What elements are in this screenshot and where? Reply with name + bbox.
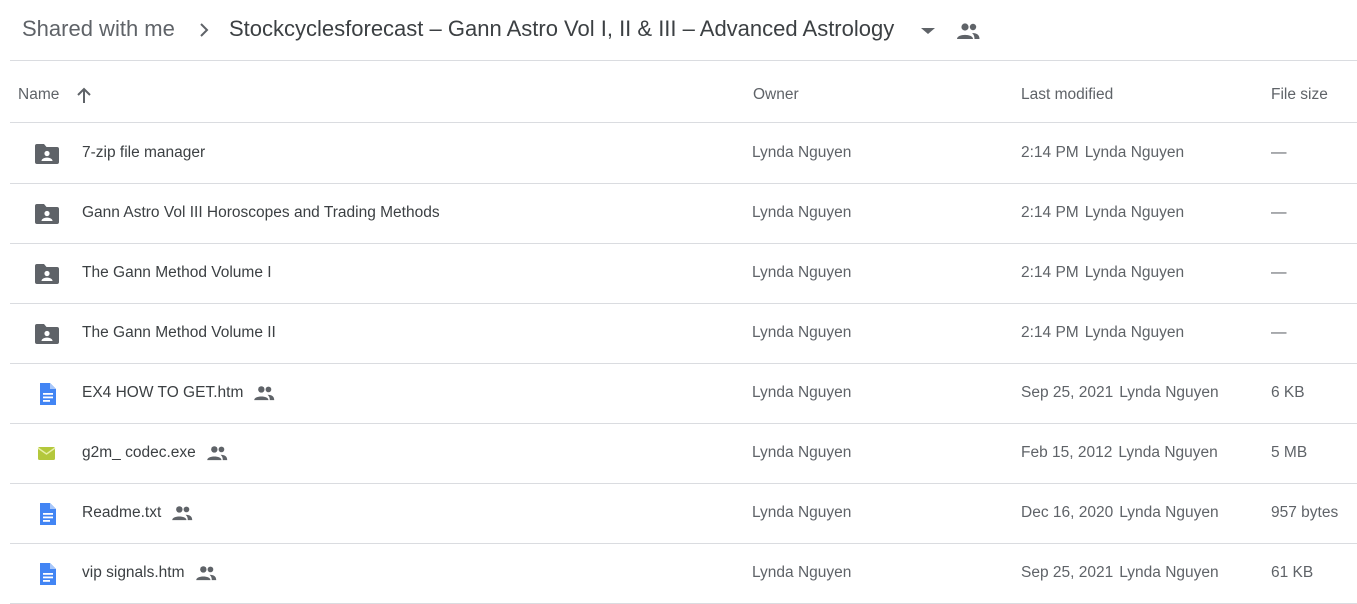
file-name[interactable]: g2m_ codec.exe xyxy=(82,444,228,462)
breadcrumb-shared-with-me[interactable]: Shared with me xyxy=(22,16,175,42)
modified-by: Lynda Nguyen xyxy=(1084,204,1185,221)
file-row[interactable]: 7-zip file manager Lynda Nguyen 2:14 PM Lyn… xyxy=(10,123,1357,184)
file-owner: Lynda Nguyen xyxy=(752,504,852,521)
file-name-text: Readme.txt xyxy=(82,504,162,521)
people-icon xyxy=(172,506,193,521)
column-header-last-modified[interactable]: Last modified xyxy=(1021,86,1113,104)
file-name[interactable]: EX4 HOW TO GET.htm xyxy=(82,384,275,402)
modified-date: Feb 15, 2012 xyxy=(1021,444,1113,461)
file-row[interactable]: vip signals.htm Lynda Nguyen Sep 25, 2021 L… xyxy=(10,543,1357,604)
file-name[interactable]: Readme.txt xyxy=(82,504,193,522)
file-name[interactable]: The Gann Method Volume II xyxy=(82,324,276,342)
file-owner: Lynda Nguyen xyxy=(752,204,852,221)
file-size: — xyxy=(1271,264,1287,281)
modified-date: 2:14 PM xyxy=(1021,324,1079,341)
document-icon xyxy=(40,503,56,525)
file-name-text: Gann Astro Vol III Horoscopes and Tradin… xyxy=(82,204,440,221)
file-owner: Lynda Nguyen xyxy=(752,324,852,341)
file-size: — xyxy=(1271,324,1287,341)
file-name-text: 7-zip file manager xyxy=(82,144,206,161)
chevron-right-icon xyxy=(200,23,209,37)
file-name-text: g2m_ codec.exe xyxy=(82,444,196,461)
modified-date: 2:14 PM xyxy=(1021,144,1079,161)
file-name[interactable]: 7-zip file manager xyxy=(82,144,205,162)
modified-by: Lynda Nguyen xyxy=(1119,564,1219,581)
file-name[interactable]: vip signals.htm xyxy=(82,564,217,582)
file-size: 957 bytes xyxy=(1271,504,1339,521)
modified-by: Lynda Nguyen xyxy=(1119,384,1219,401)
caret-down-icon[interactable] xyxy=(919,26,937,36)
shared-folder-icon xyxy=(35,144,59,164)
file-last-modified: Sep 25, 2021 Lynda Nguyen xyxy=(1021,384,1219,402)
file-name-text: The Gann Method Volume II xyxy=(82,324,276,341)
document-icon xyxy=(40,383,56,405)
column-header-name[interactable]: Name xyxy=(18,86,59,104)
file-name[interactable]: Gann Astro Vol III Horoscopes and Tradin… xyxy=(82,204,440,222)
modified-date: Sep 25, 2021 xyxy=(1021,564,1114,581)
shared-folder-icon xyxy=(35,204,59,224)
file-last-modified: 2:14 PM Lynda Nguyen xyxy=(1021,204,1184,222)
file-name-text: EX4 HOW TO GET.htm xyxy=(82,384,244,401)
header-divider xyxy=(10,60,1357,61)
file-size: 6 KB xyxy=(1271,384,1305,401)
file-owner: Lynda Nguyen xyxy=(752,264,852,281)
file-last-modified: Feb 15, 2012 Lynda Nguyen xyxy=(1021,444,1218,462)
file-row[interactable]: Gann Astro Vol III Horoscopes and Tradin… xyxy=(10,183,1357,244)
modified-date: Sep 25, 2021 xyxy=(1021,384,1114,401)
file-size: 61 KB xyxy=(1271,564,1314,581)
modified-by: Lynda Nguyen xyxy=(1084,264,1185,281)
arrow-up-icon[interactable] xyxy=(74,86,94,106)
file-row[interactable]: The Gann Method Volume I Lynda Nguyen 2:14… xyxy=(10,243,1357,304)
executable-file-icon xyxy=(37,447,56,460)
file-owner: Lynda Nguyen xyxy=(752,144,852,161)
people-icon[interactable] xyxy=(956,22,980,40)
file-name-text: The Gann Method Volume I xyxy=(82,264,272,281)
file-row[interactable]: EX4 HOW TO GET.htm Lynda Nguyen Sep 25, 20… xyxy=(10,363,1357,424)
file-last-modified: 2:14 PM Lynda Nguyen xyxy=(1021,264,1184,282)
column-header-file-size[interactable]: File size xyxy=(1271,86,1328,104)
file-last-modified: Sep 25, 2021 Lynda Nguyen xyxy=(1021,564,1219,582)
file-row[interactable]: The Gann Method Volume II Lynda Nguyen 2:1… xyxy=(10,303,1357,364)
modified-by: Lynda Nguyen xyxy=(1084,144,1185,161)
file-last-modified: 2:14 PM Lynda Nguyen xyxy=(1021,324,1184,342)
file-name[interactable]: The Gann Method Volume I xyxy=(82,264,272,282)
breadcrumb-current-folder[interactable]: Stockcyclesforecast – Gann Astro Vol I, … xyxy=(229,16,894,42)
modified-date: 2:14 PM xyxy=(1021,204,1079,221)
file-name-text: vip signals.htm xyxy=(82,564,185,581)
modified-date: 2:14 PM xyxy=(1021,264,1079,281)
file-row[interactable]: Readme.txt Lynda Nguyen Dec 16, 2020 Lynda … xyxy=(10,483,1357,544)
shared-folder-icon xyxy=(35,324,59,344)
file-size: — xyxy=(1271,144,1287,161)
file-size: 5 MB xyxy=(1271,444,1308,461)
file-owner: Lynda Nguyen xyxy=(752,384,852,401)
shared-folder-icon xyxy=(35,264,59,284)
people-icon xyxy=(254,386,275,401)
document-icon xyxy=(40,563,56,585)
modified-by: Lynda Nguyen xyxy=(1119,504,1219,521)
people-icon xyxy=(195,566,216,581)
modified-date: Dec 16, 2020 xyxy=(1021,504,1114,521)
people-icon xyxy=(206,446,227,461)
modified-by: Lynda Nguyen xyxy=(1084,324,1185,341)
breadcrumb: Shared with me Stockcyclesforecast – Gan… xyxy=(0,0,1357,60)
column-header-owner: Owner xyxy=(753,86,799,103)
file-owner: Lynda Nguyen xyxy=(752,444,852,461)
file-row[interactable]: g2m_ codec.exe Lynda Nguyen Feb 15, 2012 Ly… xyxy=(10,423,1357,484)
file-last-modified: 2:14 PM Lynda Nguyen xyxy=(1021,144,1184,162)
file-owner: Lynda Nguyen xyxy=(752,564,852,581)
file-size: — xyxy=(1271,204,1287,221)
file-last-modified: Dec 16, 2020 Lynda Nguyen xyxy=(1021,504,1219,522)
modified-by: Lynda Nguyen xyxy=(1118,444,1218,461)
